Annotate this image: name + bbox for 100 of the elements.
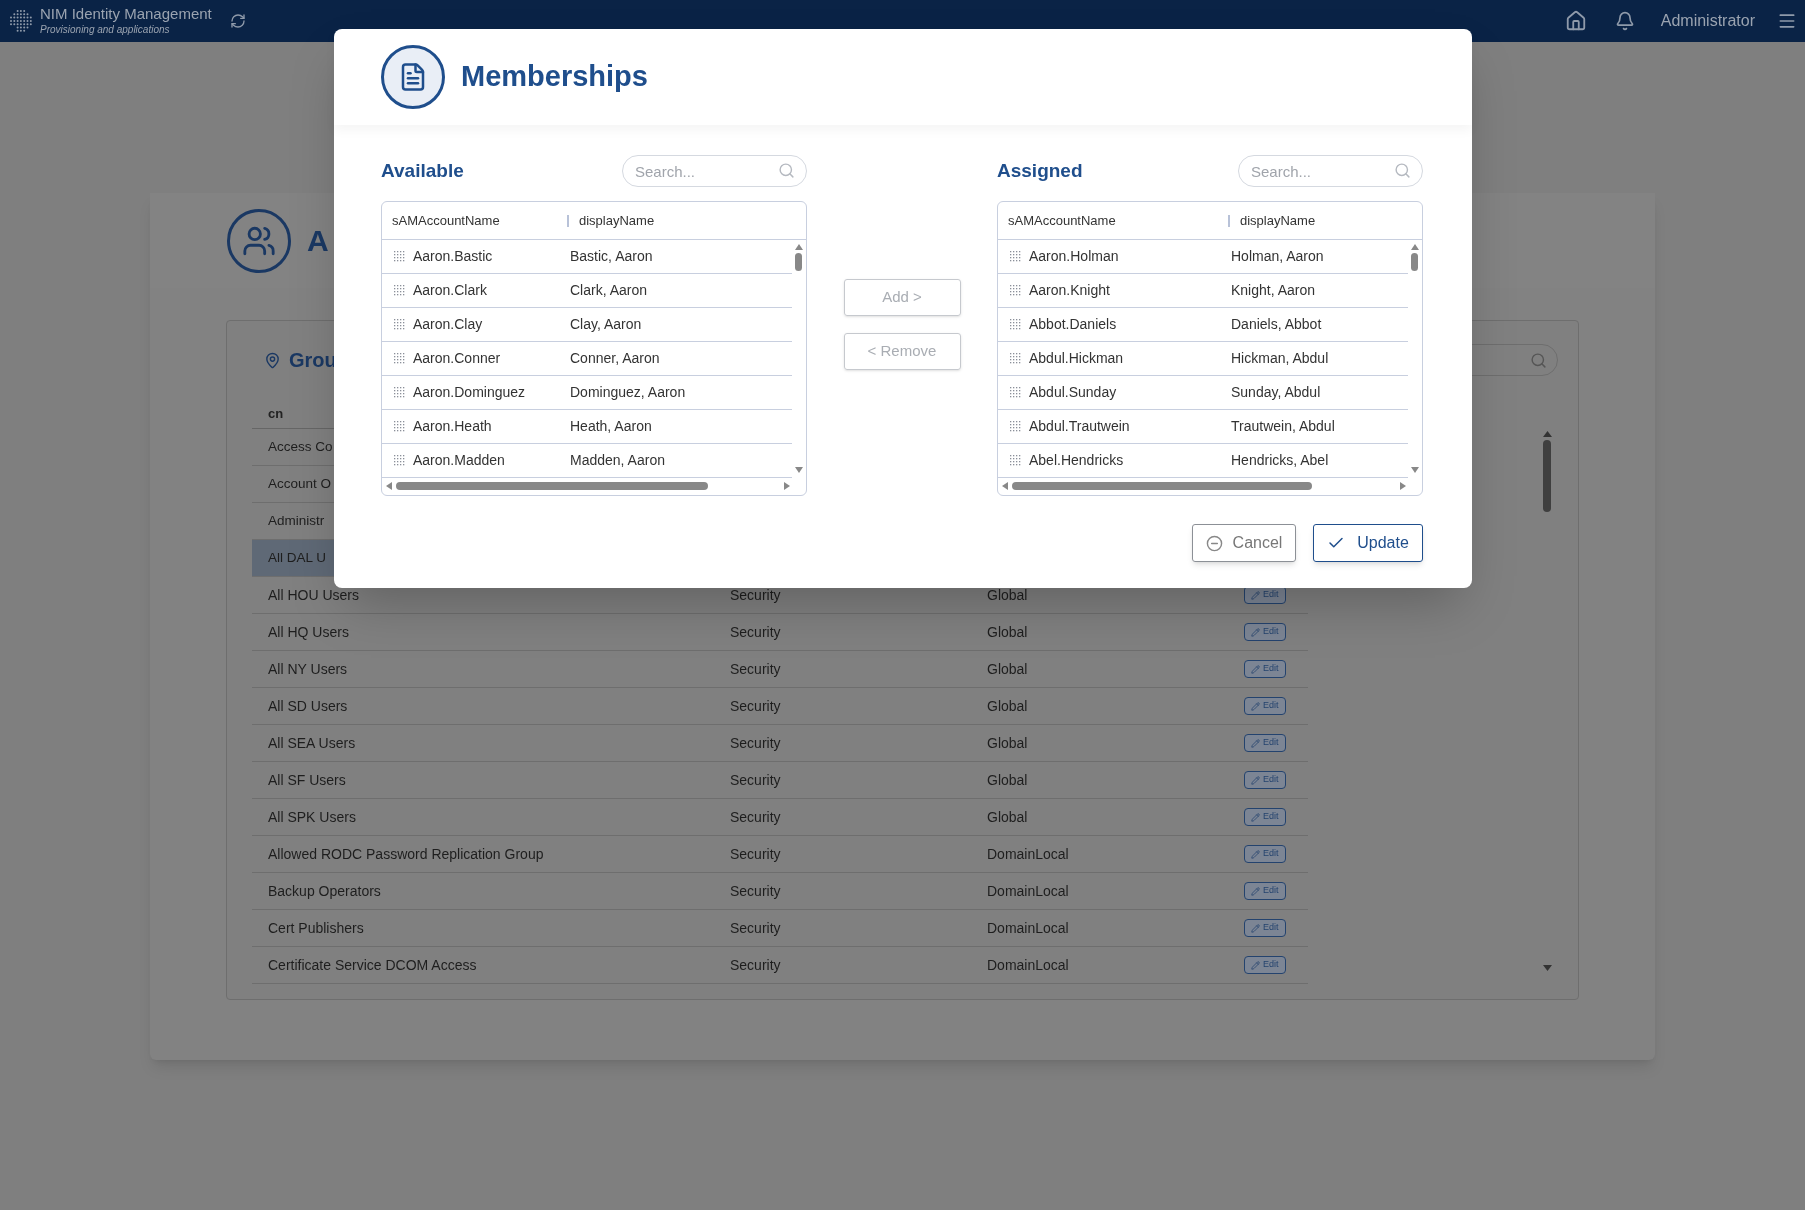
table-cell-text: All SD Users bbox=[268, 696, 349, 716]
group-avatar-icon bbox=[227, 208, 291, 273]
refresh-icon[interactable] bbox=[229, 13, 246, 29]
member-row[interactable]: Aaron.Holman Holman, Aaron bbox=[998, 240, 1408, 274]
table-row[interactable]: Backup Operators Security DomainLocal Edit bbox=[252, 873, 1308, 910]
drag-handle-icon[interactable] bbox=[394, 455, 405, 466]
scroll-left-icon[interactable] bbox=[386, 482, 392, 490]
edit-button[interactable]: Edit bbox=[1244, 919, 1286, 937]
scroll-left-icon[interactable] bbox=[1002, 482, 1008, 490]
scrollbar-thumb[interactable] bbox=[396, 482, 708, 490]
drag-handle-icon[interactable] bbox=[394, 353, 405, 364]
drag-handle-icon[interactable] bbox=[394, 319, 405, 330]
cancel-button[interactable]: Cancel bbox=[1192, 524, 1296, 562]
table-cell-text: All HOU Users bbox=[268, 585, 360, 605]
edit-button[interactable]: Edit bbox=[1244, 660, 1286, 678]
member-row[interactable]: Abel.Hendricks Hendricks, Abel bbox=[998, 444, 1408, 478]
member-row[interactable]: Aaron.Conner Conner, Aaron bbox=[382, 342, 792, 376]
app-subtitle: Provisioning and applications bbox=[40, 24, 171, 37]
drag-handle-icon[interactable] bbox=[1010, 421, 1021, 432]
pencil-icon bbox=[1251, 812, 1260, 822]
table-row[interactable]: All HQ Users Security Global Edit bbox=[252, 614, 1308, 651]
table-row[interactable]: All SF Users Security Global Edit bbox=[252, 762, 1308, 799]
member-row[interactable]: Aaron.Knight Knight, Aaron bbox=[998, 274, 1408, 308]
column-header[interactable]: displayName bbox=[579, 210, 655, 231]
drag-handle-icon[interactable] bbox=[394, 421, 405, 432]
search-field[interactable]: Search... bbox=[1238, 155, 1423, 187]
table-cell-text: Global bbox=[987, 807, 1029, 827]
search-icon[interactable] bbox=[1530, 351, 1547, 369]
table-row[interactable]: Allowed RODC Password Replication Group Security DomainLocal Edit bbox=[252, 836, 1308, 873]
scrollbar-thumb[interactable] bbox=[1411, 253, 1418, 271]
edit-button[interactable]: Edit bbox=[1244, 956, 1286, 974]
menu-icon[interactable] bbox=[1777, 11, 1797, 31]
drag-handle-icon[interactable] bbox=[394, 285, 405, 296]
vertical-scrollbar[interactable] bbox=[794, 244, 803, 473]
table-row[interactable]: All SPK Users Security Global Edit bbox=[252, 799, 1308, 836]
search-icon[interactable] bbox=[778, 162, 795, 179]
search-field[interactable]: Search... bbox=[622, 155, 807, 187]
horizontal-scrollbar[interactable] bbox=[386, 479, 790, 493]
edit-button[interactable]: Edit bbox=[1244, 623, 1286, 641]
table-cell-text: Aaron.Heath bbox=[412, 417, 493, 436]
member-row[interactable]: Abdul.Sunday Sunday, Abdul bbox=[998, 376, 1408, 410]
drag-handle-icon[interactable] bbox=[1010, 319, 1021, 330]
member-row[interactable]: Abdul.Hickman Hickman, Abdul bbox=[998, 342, 1408, 376]
column-header[interactable]: sAMAccountName bbox=[998, 210, 1228, 231]
vertical-scrollbar[interactable] bbox=[1542, 431, 1552, 971]
scroll-up-icon[interactable] bbox=[1542, 431, 1552, 437]
drag-handle-icon[interactable] bbox=[394, 387, 405, 398]
column-header[interactable]: displayName bbox=[1240, 210, 1316, 231]
scroll-down-icon[interactable] bbox=[1542, 965, 1552, 971]
scroll-up-icon[interactable] bbox=[794, 244, 803, 250]
table-cell-text: Abdul.Hickman bbox=[1028, 349, 1125, 368]
drag-handle-icon[interactable] bbox=[1010, 353, 1021, 364]
drag-handle-icon[interactable] bbox=[1010, 387, 1021, 398]
scrollbar-thumb[interactable] bbox=[795, 253, 802, 271]
drag-handle-icon[interactable] bbox=[1010, 455, 1021, 466]
member-row[interactable]: Aaron.Heath Heath, Aaron bbox=[382, 410, 792, 444]
scroll-up-icon[interactable] bbox=[1410, 244, 1419, 250]
page-title: A bbox=[307, 223, 329, 259]
table-row[interactable]: Cert Publishers Security DomainLocal Edit bbox=[252, 910, 1308, 947]
table-cell-text: Security bbox=[730, 696, 782, 716]
bell-icon[interactable] bbox=[1614, 11, 1635, 31]
table-cell-text: All NY Users bbox=[268, 659, 349, 679]
member-row[interactable]: Abdul.Trautwein Trautwein, Abdul bbox=[998, 410, 1408, 444]
user-name[interactable]: Administrator bbox=[1660, 9, 1755, 33]
table-row[interactable]: All SEA Users Security Global Edit bbox=[252, 725, 1308, 762]
edit-button[interactable]: Edit bbox=[1244, 882, 1286, 900]
scroll-down-icon[interactable] bbox=[1410, 467, 1419, 473]
scroll-right-icon[interactable] bbox=[1400, 482, 1406, 490]
list-title: Available bbox=[381, 158, 464, 183]
edit-button[interactable]: Edit bbox=[1244, 771, 1286, 789]
table-cell-text: Aaron.Holman bbox=[1028, 247, 1120, 266]
table-row[interactable]: All NY Users Security Global Edit bbox=[252, 651, 1308, 688]
column-header[interactable]: sAMAccountName bbox=[382, 210, 567, 231]
scrollbar-thumb[interactable] bbox=[1543, 440, 1551, 512]
search-icon[interactable] bbox=[1394, 162, 1411, 179]
table-cell-text: Global bbox=[987, 696, 1029, 716]
scroll-down-icon[interactable] bbox=[794, 467, 803, 473]
edit-button[interactable]: Edit bbox=[1244, 845, 1286, 863]
member-row[interactable]: Abbot.Daniels Daniels, Abbot bbox=[998, 308, 1408, 342]
drag-handle-icon[interactable] bbox=[394, 251, 405, 262]
edit-button[interactable]: Edit bbox=[1244, 697, 1286, 715]
member-row[interactable]: Aaron.Bastic Bastic, Aaron bbox=[382, 240, 792, 274]
column-header[interactable]: cn bbox=[252, 403, 284, 424]
edit-button[interactable]: Edit bbox=[1244, 734, 1286, 752]
member-row[interactable]: Aaron.Madden Madden, Aaron bbox=[382, 444, 792, 478]
home-icon[interactable] bbox=[1564, 10, 1587, 32]
scroll-right-icon[interactable] bbox=[784, 482, 790, 490]
table-row[interactable]: All SD Users Security Global Edit bbox=[252, 688, 1308, 725]
member-row[interactable]: Aaron.Clark Clark, Aaron bbox=[382, 274, 792, 308]
member-row[interactable]: Aaron.Clay Clay, Aaron bbox=[382, 308, 792, 342]
drag-handle-icon[interactable] bbox=[1010, 251, 1021, 262]
table-row[interactable]: Certificate Service DCOM Access Security DomainLocal Edit bbox=[252, 947, 1308, 984]
edit-button[interactable]: Edit bbox=[1244, 808, 1286, 826]
horizontal-scrollbar[interactable] bbox=[1002, 479, 1406, 493]
table-cell-text: Daniels, Abbot bbox=[1231, 315, 1322, 334]
vertical-scrollbar[interactable] bbox=[1410, 244, 1419, 473]
update-button[interactable]: Update bbox=[1313, 524, 1423, 562]
member-row[interactable]: Aaron.Dominguez Dominguez, Aaron bbox=[382, 376, 792, 410]
scrollbar-thumb[interactable] bbox=[1012, 482, 1312, 490]
drag-handle-icon[interactable] bbox=[1010, 285, 1021, 296]
